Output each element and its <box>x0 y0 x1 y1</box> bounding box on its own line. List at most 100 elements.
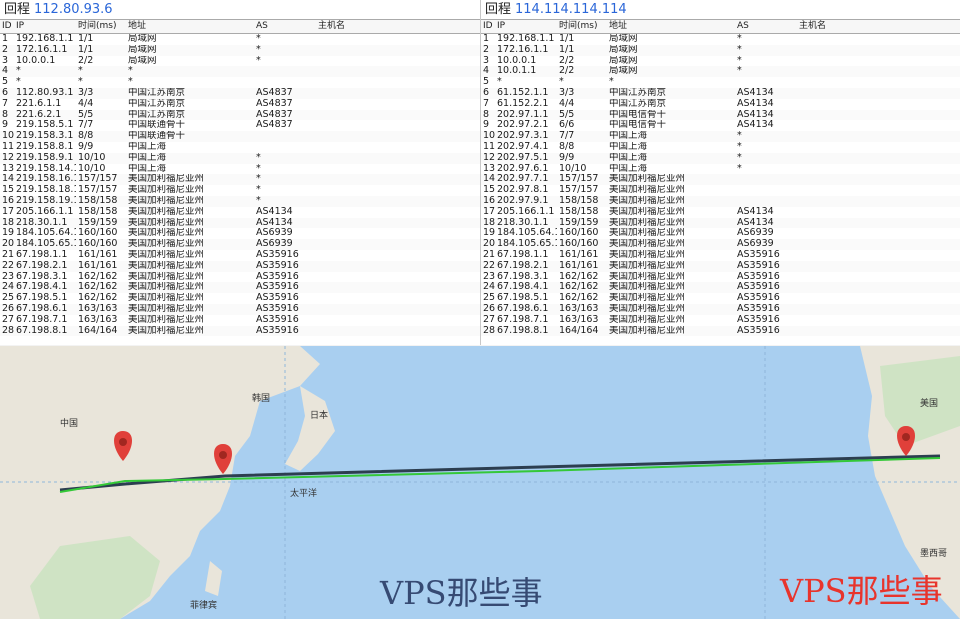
right-hop-row[interactable]: 24 67.198.4.1 162/162 美国加利福尼亚州 AS35916 <box>481 282 960 294</box>
right-hop-row[interactable]: 21 67.198.1.1 161/161 美国加利福尼亚州 AS35916 <box>481 250 960 261</box>
right-hop-row[interactable]: 9 202.97.2.1 6/6 中国电信骨干 AS4134 <box>481 120 960 131</box>
right-target-host[interactable]: 114.114.114.114 <box>515 2 627 17</box>
hop-time: 2/2 <box>78 55 94 66</box>
col-header-ip[interactable]: IP <box>16 20 24 33</box>
right-hop-row[interactable]: 7 61.152.2.1 4/4 中国江苏南京 AS4134 <box>481 99 960 110</box>
left-hop-row[interactable]: 7 221.6.1.1 4/4 中国江苏南京 AS4837 <box>0 99 480 110</box>
right-table-header: ID IP 时间(ms) 地址 AS 主机名 <box>481 19 960 34</box>
left-hop-row[interactable]: 2 172.16.1.1 1/1 局域网 * <box>0 44 480 56</box>
hop-ip: 67.198.7.1 <box>497 314 549 325</box>
left-hop-row[interactable]: 4 * * * <box>0 66 480 78</box>
left-hop-row[interactable]: 3 10.0.0.1 2/2 局域网 * <box>0 56 480 67</box>
left-hop-row[interactable]: 24 67.198.4.1 162/162 美国加利福尼亚州 AS35916 <box>0 282 480 294</box>
left-target-host[interactable]: 112.80.93.6 <box>34 2 113 17</box>
left-hop-row[interactable]: 13 219.158.14.1 10/10 中国上海 * <box>0 164 480 175</box>
right-hop-row[interactable]: 11 202.97.4.1 8/8 中国上海 * <box>481 142 960 153</box>
col-header-hostname[interactable]: 主机名 <box>799 20 826 33</box>
col-header-time[interactable]: 时间(ms) <box>78 20 116 33</box>
hop-time: 10/10 <box>559 163 587 174</box>
hop-time: 158/158 <box>78 195 118 206</box>
hop-ip: 67.198.7.1 <box>16 314 68 325</box>
col-header-ip[interactable]: IP <box>497 20 505 33</box>
col-header-time[interactable]: 时间(ms) <box>559 20 597 33</box>
right-hop-row[interactable]: 2 172.16.1.1 1/1 局域网 * <box>481 44 960 56</box>
right-hop-row[interactable]: 27 67.198.7.1 163/163 美国加利福尼亚州 AS35916 <box>481 315 960 326</box>
label-usa: 美国 <box>920 397 938 409</box>
left-hop-row[interactable]: 15 219.158.18.1 157/157 美国加利福尼亚州 * <box>0 185 480 196</box>
left-hop-row[interactable]: 8 221.6.2.1 5/5 中国江苏南京 AS4837 <box>0 109 480 121</box>
col-header-as[interactable]: AS <box>256 20 268 33</box>
right-hop-row[interactable]: 19 184.105.64.1 160/160 美国加利福尼亚州 AS6939 <box>481 228 960 239</box>
right-hop-row[interactable]: 25 67.198.5.1 162/162 美国加利福尼亚州 AS35916 <box>481 293 960 304</box>
left-hop-row[interactable]: 21 67.198.1.1 161/161 美国加利福尼亚州 AS35916 <box>0 250 480 261</box>
left-hop-row[interactable]: 26 67.198.6.1 163/163 美国加利福尼亚州 AS35916 <box>0 303 480 315</box>
left-hop-row[interactable]: 25 67.198.5.1 162/162 美国加利福尼亚州 AS35916 <box>0 293 480 304</box>
left-hop-row[interactable]: 17 205.166.1.1 158/158 美国加利福尼亚州 AS4134 <box>0 207 480 218</box>
hop-as: AS4134 <box>737 217 774 228</box>
left-hop-row[interactable]: 1 192.168.1.1 1/1 局域网 * <box>0 34 480 45</box>
left-hop-row[interactable]: 28 67.198.8.1 164/164 美国加利福尼亚州 AS35916 <box>0 325 480 337</box>
left-title-text: 回程 <box>4 2 31 17</box>
right-hop-row[interactable]: 20 184.105.65.1 160/160 美国加利福尼亚州 AS6939 <box>481 239 960 250</box>
hop-time: 10/10 <box>78 163 106 174</box>
right-hop-row[interactable]: 17 205.166.1.1 158/158 美国加利福尼亚州 AS4134 <box>481 207 960 218</box>
right-hop-row[interactable]: 12 202.97.5.1 9/9 中国上海 * <box>481 152 960 164</box>
hop-location: * <box>609 77 614 88</box>
hop-as: AS35916 <box>256 249 299 260</box>
left-hop-row[interactable]: 12 219.158.9.1 10/10 中国上海 * <box>0 152 480 164</box>
right-hop-row[interactable]: 15 202.97.8.1 157/157 美国加利福尼亚州 <box>481 185 960 196</box>
left-hop-row[interactable]: 6 112.80.93.1 3/3 中国江苏南京 AS4837 <box>0 87 480 99</box>
left-hop-row[interactable]: 18 218.30.1.1 159/159 美国加利福尼亚州 AS4134 <box>0 217 480 229</box>
left-hop-row[interactable]: 16 219.158.19.1 158/158 美国加利福尼亚州 * <box>0 195 480 207</box>
right-hop-row[interactable]: 13 202.97.6.1 10/10 中国上海 * <box>481 164 960 175</box>
right-hop-row[interactable]: 4 10.0.1.1 2/2 局域网 * <box>481 66 960 78</box>
hop-id: 15 <box>2 185 15 196</box>
hop-ip: 67.198.6.1 <box>16 303 68 314</box>
col-header-id[interactable]: ID <box>2 20 12 33</box>
hop-time: * <box>78 77 83 88</box>
col-header-hostname[interactable]: 主机名 <box>318 20 345 33</box>
left-hop-row[interactable]: 22 67.198.2.1 161/161 美国加利福尼亚州 AS35916 <box>0 260 480 272</box>
right-hop-row[interactable]: 16 202.97.9.1 158/158 美国加利福尼亚州 <box>481 195 960 207</box>
right-hop-row[interactable]: 1 192.168.1.1 1/1 局域网 * <box>481 34 960 45</box>
right-hop-row[interactable]: 10 202.97.3.1 7/7 中国上海 * <box>481 131 960 142</box>
col-header-location[interactable]: 地址 <box>609 20 627 33</box>
left-hop-row[interactable]: 5 * * * <box>0 77 480 88</box>
left-hop-row[interactable]: 20 184.105.65.1 160/160 美国加利福尼亚州 AS6939 <box>0 239 480 250</box>
right-hop-row[interactable]: 26 67.198.6.1 163/163 美国加利福尼亚州 AS35916 <box>481 303 960 315</box>
right-hop-row[interactable]: 23 67.198.3.1 162/162 美国加利福尼亚州 AS35916 <box>481 272 960 283</box>
hop-time: 3/3 <box>559 87 575 98</box>
hop-time: 7/7 <box>78 120 94 131</box>
left-hop-row[interactable]: 14 219.158.16.1 157/157 美国加利福尼亚州 * <box>0 174 480 186</box>
hop-id: 11 <box>2 141 15 152</box>
right-hop-row[interactable]: 18 218.30.1.1 159/159 美国加利福尼亚州 AS4134 <box>481 217 960 229</box>
hop-id: 15 <box>483 185 496 196</box>
hop-ip: 10.0.0.1 <box>16 55 56 66</box>
hop-as: AS35916 <box>256 260 299 271</box>
hop-ip: 112.80.93.1 <box>16 87 74 98</box>
col-header-location[interactable]: 地址 <box>128 20 146 33</box>
left-hop-row[interactable]: 11 219.158.8.1 9/9 中国上海 <box>0 142 480 153</box>
hop-time: 4/4 <box>559 98 575 109</box>
right-hop-row[interactable]: 8 202.97.1.1 5/5 中国电信骨干 AS4134 <box>481 109 960 121</box>
right-hop-row[interactable]: 28 67.198.8.1 164/164 美国加利福尼亚州 AS35916 <box>481 325 960 337</box>
right-hop-row[interactable]: 5 * * * <box>481 77 960 88</box>
left-hop-row[interactable]: 23 67.198.3.1 162/162 美国加利福尼亚州 AS35916 <box>0 272 480 283</box>
left-hop-row[interactable]: 9 219.158.5.1 7/7 中国联通骨干 AS4837 <box>0 120 480 131</box>
col-header-id[interactable]: ID <box>483 20 493 33</box>
right-hop-row[interactable]: 6 61.152.1.1 3/3 中国江苏南京 AS4134 <box>481 87 960 99</box>
hop-as: AS4837 <box>256 98 293 109</box>
hop-ip: 67.198.4.1 <box>497 282 549 293</box>
col-header-as[interactable]: AS <box>737 20 749 33</box>
left-hop-row[interactable]: 19 184.105.64.1 160/160 美国加利福尼亚州 AS6939 <box>0 228 480 239</box>
hop-ip: 184.105.65.1 <box>497 239 557 250</box>
hop-as: AS6939 <box>737 239 774 250</box>
hop-location: 局域网 <box>128 44 157 55</box>
right-hop-row[interactable]: 3 10.0.0.1 2/2 局域网 * <box>481 56 960 67</box>
hop-id: 28 <box>2 325 15 336</box>
hop-location: 中国江苏南京 <box>128 87 186 98</box>
right-hop-row[interactable]: 14 202.97.7.1 157/157 美国加利福尼亚州 <box>481 174 960 186</box>
left-hop-row[interactable]: 10 219.158.3.1 8/8 中国联通骨干 <box>0 131 480 142</box>
right-hop-row[interactable]: 22 67.198.2.1 161/161 美国加利福尼亚州 AS35916 <box>481 260 960 272</box>
left-hop-row[interactable]: 27 67.198.7.1 163/163 美国加利福尼亚州 AS35916 <box>0 315 480 326</box>
